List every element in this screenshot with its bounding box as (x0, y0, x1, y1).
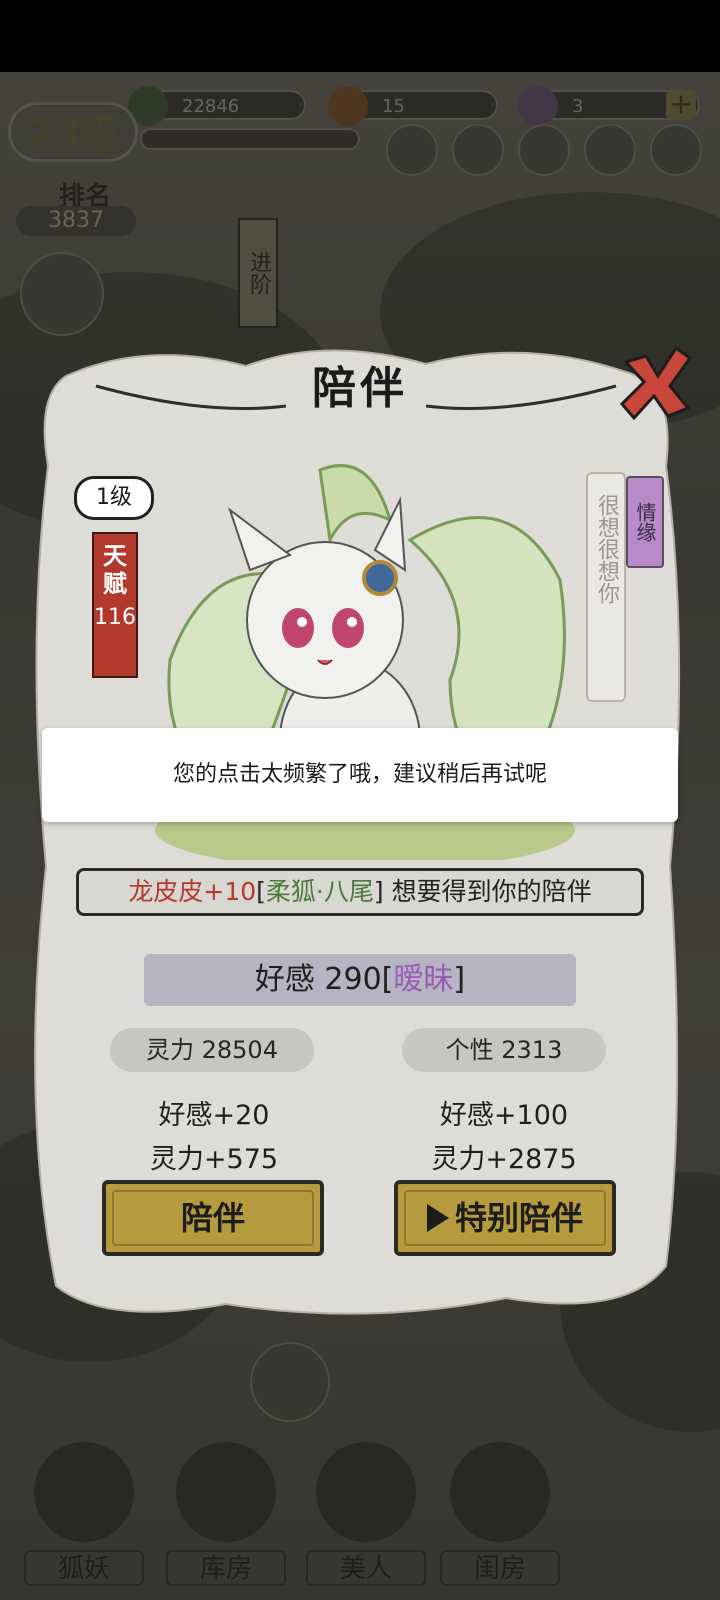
close-icon[interactable] (618, 342, 694, 422)
companion-name: 柔狐·八尾 (265, 877, 374, 906)
accompany-button[interactable]: 陪伴 (102, 1180, 324, 1256)
talent-value: 116 (94, 605, 136, 630)
message-text: 想要得到你的陪伴 (383, 877, 592, 906)
affection-banner: 好感 290[暧昧] (144, 954, 576, 1006)
talent-label: 天赋 (103, 542, 127, 598)
bracket-open: [ (256, 877, 266, 906)
affection-value: 好感 290[ (254, 962, 394, 997)
affection-reward: 好感+100 (439, 1100, 569, 1131)
fate-text: 很想很想你 (586, 472, 626, 702)
accompany-rewards: 好感+20 灵力+575 (104, 1094, 324, 1182)
bonus-text: 龙皮皮+10 (128, 877, 257, 906)
toast-message: 您的点击太频繁了哦，建议稍后再试呢 (42, 728, 678, 822)
affection-reward: 好感+20 (158, 1100, 270, 1131)
personality-stat: 个性 2313 (402, 1028, 606, 1072)
affection-status: 暧昧 (393, 962, 454, 997)
spirit-reward: 灵力+575 (149, 1144, 279, 1175)
affection-bracket: ] (453, 962, 466, 997)
special-rewards: 好感+100 灵力+2875 (394, 1094, 614, 1182)
accompany-button-label: 陪伴 (180, 1199, 245, 1237)
talent-tag: 天赋 116 (92, 532, 138, 678)
level-badge: 1级 (74, 476, 154, 520)
dialog-title: 陪伴 (312, 363, 408, 414)
fate-tag[interactable]: 情缘 (626, 476, 664, 568)
spirit-reward: 灵力+2875 (431, 1144, 577, 1175)
play-icon (426, 1203, 449, 1232)
special-accompany-button[interactable]: 特别陪伴 (394, 1180, 616, 1256)
spirit-stat: 灵力 28504 (110, 1028, 314, 1072)
accompany-message: 龙皮皮+10[柔狐·八尾] 想要得到你的陪伴 (76, 868, 644, 916)
special-button-label: 特别陪伴 (454, 1199, 583, 1237)
bracket-close: ] (373, 877, 384, 906)
